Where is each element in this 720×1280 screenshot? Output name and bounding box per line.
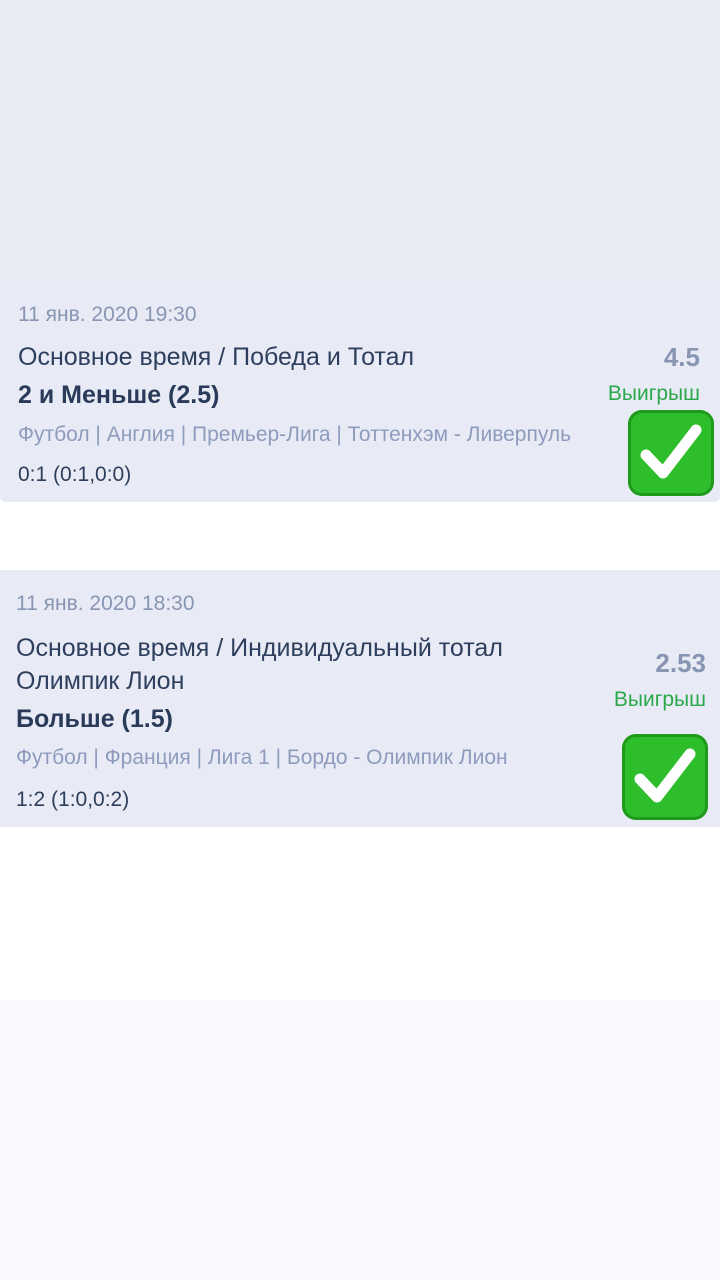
bet-event-path: Футбол | Англия | Премьер-Лига | Тоттенх…	[18, 423, 572, 446]
bet-score: 1:2 (1:0,0:2)	[16, 788, 130, 811]
bet-market-line1: Основное время / Индивидуальный тотал	[16, 634, 503, 662]
bet-card[interactable]: 11 янв. 2020 18:30 Основное время / Инди…	[0, 570, 720, 827]
bet-odds: 4.5	[663, 342, 700, 372]
bet-score: 0:1 (0:1,0:0)	[18, 463, 132, 486]
top-blank-area	[0, 0, 720, 282]
bet-market-line2: Олимпик Лион	[16, 667, 185, 695]
bet-date: 11 янв. 2020 18:30	[16, 592, 195, 615]
bet-event-path: Футбол | Франция | Лига 1 | Бордо - Олим…	[16, 746, 508, 769]
bet-selection: 2 и Меньше (2.5)	[18, 381, 220, 409]
bet-odds: 2.53	[655, 648, 706, 678]
bottom-blank-area	[0, 1000, 720, 1280]
bet-result-status: Выигрыш	[607, 382, 700, 405]
bet-result-status: Выигрыш	[613, 688, 706, 711]
bet-selection: Больше (1.5)	[16, 705, 173, 733]
bet-market: Основное время / Победа и Тотал	[18, 343, 415, 371]
check-mark-button-icon	[622, 734, 708, 820]
check-mark-button-icon	[628, 410, 714, 496]
bet-history-screen: 11 янв. 2020 19:30 Основное время / Побе…	[0, 0, 720, 1280]
bet-date: 11 янв. 2020 19:30	[18, 303, 197, 326]
bet-card[interactable]: 11 янв. 2020 19:30 Основное время / Побе…	[0, 282, 720, 502]
